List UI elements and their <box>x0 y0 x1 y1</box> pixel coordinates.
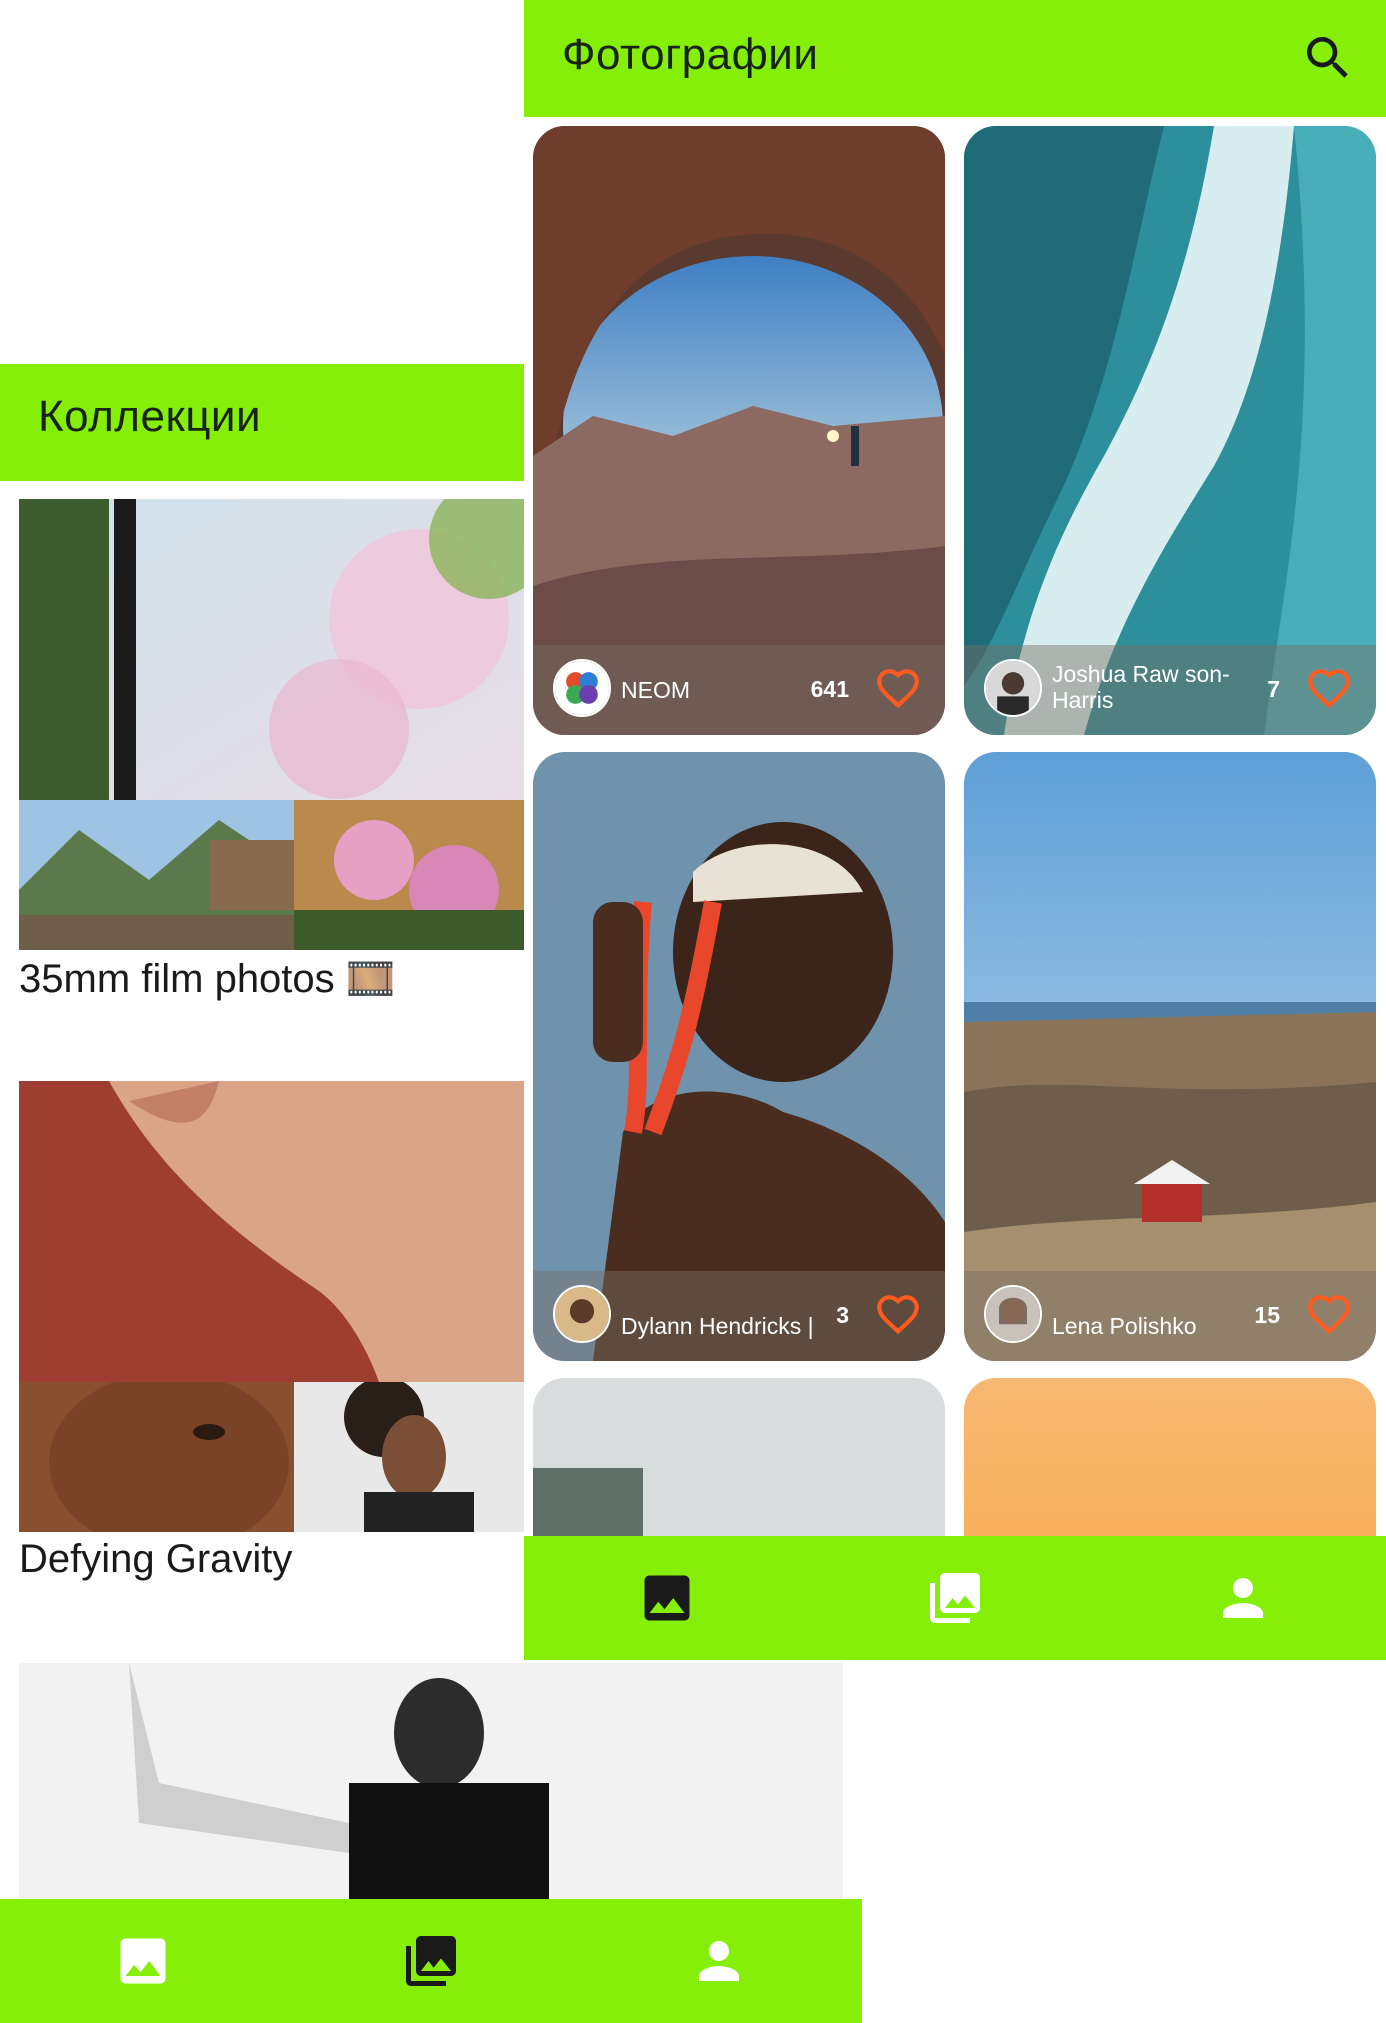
collection-thumb-image <box>19 1382 294 1532</box>
heart-icon[interactable] <box>1302 663 1356 713</box>
heart-icon[interactable] <box>871 663 925 713</box>
author-avatar[interactable] <box>984 1285 1042 1343</box>
collection-title: 35mm film photos 🎞️ <box>19 957 396 1001</box>
collection-title: Defying Gravity <box>19 1537 293 1581</box>
photo-image <box>964 752 1376 1361</box>
photo-card[interactable]: NEOM 641 <box>533 126 945 735</box>
photo-card[interactable]: Joshua Raw son-Harris 7 <box>964 126 1376 735</box>
photo-icon[interactable] <box>637 1568 697 1628</box>
collection-thumb-image <box>294 1382 524 1532</box>
like-count: 3 <box>836 1302 849 1328</box>
photo-card[interactable]: Lena Polishko 15 <box>964 752 1376 1361</box>
heart-icon[interactable] <box>871 1289 925 1339</box>
collections-icon[interactable] <box>925 1568 985 1628</box>
bottom-navigation <box>524 1536 1386 1660</box>
collection-cover-image <box>19 1081 524 1382</box>
collection-card[interactable] <box>19 1081 524 1532</box>
collection-thumb-image <box>19 800 294 950</box>
profile-icon[interactable] <box>689 1931 749 1991</box>
collections-title: Коллекции <box>38 392 262 441</box>
author-avatar[interactable] <box>984 659 1042 717</box>
collection-cover-image <box>19 499 524 800</box>
like-count: 641 <box>810 676 849 702</box>
collection-thumb-image <box>294 800 524 950</box>
collections-icon[interactable] <box>401 1931 461 1991</box>
author-avatar[interactable] <box>553 1285 611 1343</box>
photo-image <box>533 752 945 1361</box>
photo-image <box>533 126 945 735</box>
search-icon[interactable] <box>1300 30 1356 86</box>
author-name: Dylann Hendricks | <box>621 1313 814 1339</box>
collection-card[interactable] <box>19 499 524 950</box>
author-avatar[interactable] <box>553 659 611 717</box>
like-count: 15 <box>1254 1302 1280 1328</box>
like-count: 7 <box>1267 676 1280 702</box>
photos-title: Фотографии <box>562 30 819 79</box>
collection-cover-image <box>19 1663 843 1899</box>
author-name: NEOM <box>621 677 690 703</box>
photo-image <box>964 126 1376 735</box>
author-name: Lena Polishko <box>1052 1313 1197 1339</box>
bottom-navigation <box>0 1899 862 2023</box>
heart-icon[interactable] <box>1302 1289 1356 1339</box>
profile-icon[interactable] <box>1213 1568 1273 1628</box>
photo-card[interactable]: Dylann Hendricks | 3 <box>533 752 945 1361</box>
collection-card[interactable] <box>19 1663 843 1899</box>
author-name: Joshua Raw son-Harris <box>1052 661 1230 713</box>
photo-icon[interactable] <box>113 1931 173 1991</box>
